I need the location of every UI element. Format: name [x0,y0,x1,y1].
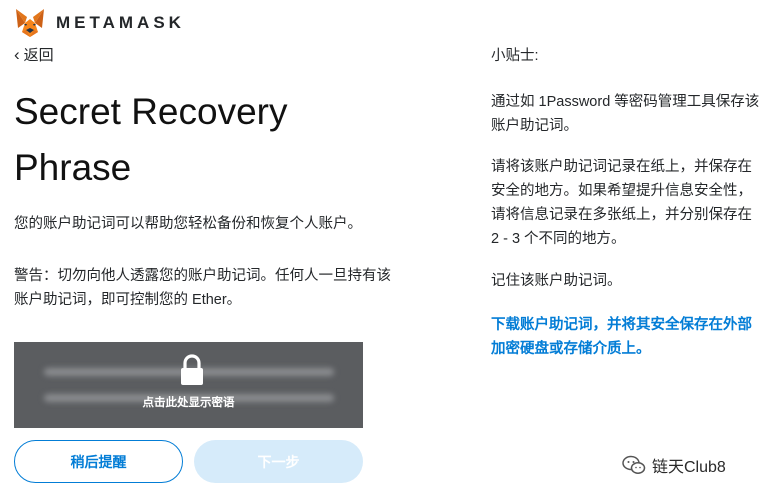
chevron-left-icon: ‹ [14,45,20,64]
tip-item: 通过如 1Password 等密码管理工具保存该账户助记词。 [491,94,760,134]
warning-text: 警告：切勿向他人透露您的账户助记词。任何人一旦持有该账户助记词，即可控制您的 E… [14,268,391,308]
brand-logo: METAMASK [14,8,185,38]
back-label: 返回 [23,47,54,64]
wechat-icon [622,455,646,474]
brand-wordmark: METAMASK [56,13,185,32]
reveal-phrase-button[interactable]: 点击此处显示密语 [14,342,363,428]
reveal-label: 点击此处显示密语 [142,397,235,409]
metamask-fox-icon [16,9,44,37]
next-button[interactable]: 下一步 [194,440,363,483]
lock-icon [181,354,203,385]
watermark: 链天Club8 [622,453,726,477]
tips-heading: 小贴士: [491,48,539,64]
tip-item: 记住该账户助记词。 [491,273,622,289]
description-text: 您的账户助记词可以帮助您轻松备份和恢复个人账户。 [14,216,362,232]
page-title: Secret Recovery Phrase [14,91,288,188]
download-phrase-link[interactable]: 下载账户助记词，并将其安全保存在外部加密硬盘或存储介质上。 [491,313,761,361]
tip-item: 请将该账户助记词记录在纸上，并保存在安全的地方。如果希望提升信息安全性，请将信息… [491,159,752,247]
back-button[interactable]: ‹ 返回 [14,44,54,65]
remind-later-button[interactable]: 稍后提醒 [14,440,183,483]
watermark-text: 链天Club8 [652,459,726,476]
